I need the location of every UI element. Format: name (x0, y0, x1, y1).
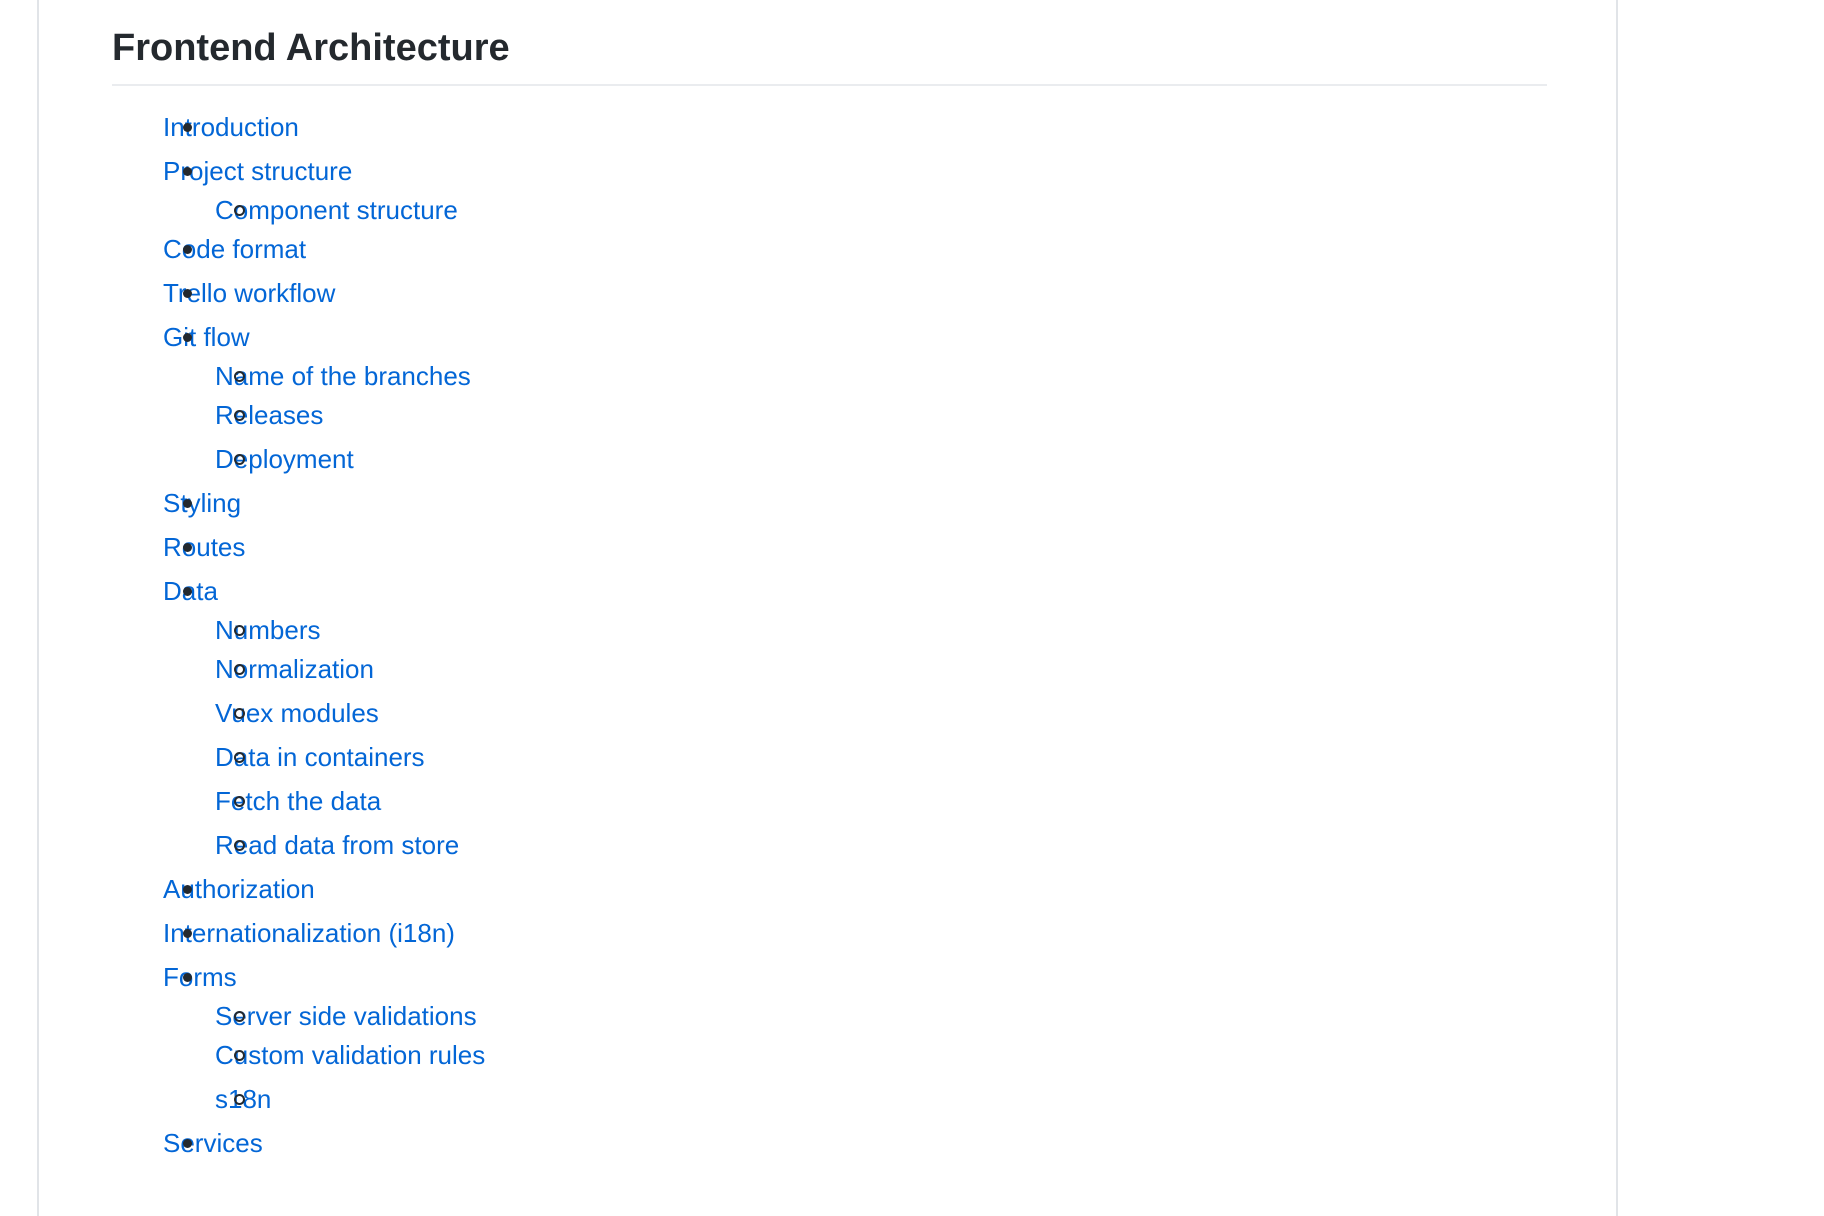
bullet-disc-icon (183, 1139, 192, 1148)
toc-subitem: Server side validations (163, 999, 1547, 1033)
toc-link-read-data-from-store[interactable]: Read data from store (215, 830, 459, 860)
toc-sublist: Numbers Normalization Vuex modules Data … (163, 613, 1547, 867)
bullet-circle-icon (234, 708, 245, 719)
bullet-disc-icon (183, 333, 192, 342)
bullet-disc-icon (183, 543, 192, 552)
markdown-body: Frontend Architecture Introduction Proje… (112, 0, 1547, 1165)
bullet-circle-icon (234, 1050, 245, 1061)
bullet-disc-icon (183, 929, 192, 938)
toc-link-styling[interactable]: Styling (163, 488, 241, 518)
table-of-contents: Introduction Project structure Component… (112, 105, 1547, 1165)
bullet-circle-icon (234, 625, 245, 636)
toc-item-git-flow: Git flow Name of the branches Releases D… (112, 315, 1547, 481)
toc-subitem: Fetch the data (163, 779, 1547, 823)
toc-item-styling: Styling (112, 481, 1547, 525)
toc-subitem: Data in containers (163, 735, 1547, 779)
toc-subitem: Deployment (163, 437, 1547, 481)
toc-subitem: Custom validation rules (163, 1033, 1547, 1077)
bullet-disc-icon (183, 289, 192, 298)
toc-item-trello-workflow: Trello workflow (112, 271, 1547, 315)
toc-subitem: Vuex modules (163, 691, 1547, 735)
toc-subitem: s18n (163, 1077, 1547, 1121)
toc-item-forms: Forms Server side validations Custom val… (112, 955, 1547, 1121)
bullet-circle-icon (234, 410, 245, 421)
toc-link-forms[interactable]: Forms (163, 962, 237, 992)
page-title: Frontend Architecture (112, 0, 1547, 86)
toc-link-numbers[interactable]: Numbers (215, 615, 320, 645)
bullet-disc-icon (183, 245, 192, 254)
toc-subitem: Read data from store (163, 823, 1547, 867)
toc-link-server-side-validations[interactable]: Server side validations (215, 1001, 477, 1031)
bullet-circle-icon (234, 1011, 245, 1022)
toc-link-services[interactable]: Services (163, 1128, 263, 1158)
toc-item-services: Services (112, 1121, 1547, 1165)
toc-item-internationalization: Internationalization (i18n) (112, 911, 1547, 955)
toc-link-name-of-the-branches[interactable]: Name of the branches (215, 361, 471, 391)
readme-container: Frontend Architecture Introduction Proje… (37, 0, 1618, 1216)
toc-link-routes[interactable]: Routes (163, 532, 245, 562)
bullet-disc-icon (183, 167, 192, 176)
bullet-disc-icon (183, 587, 192, 596)
bullet-circle-icon (234, 796, 245, 807)
toc-item-data: Data Numbers Normalization (112, 569, 1547, 867)
bullet-circle-icon (234, 752, 245, 763)
toc-item-routes: Routes (112, 525, 1547, 569)
toc-link-data-in-containers[interactable]: Data in containers (215, 742, 425, 772)
bullet-disc-icon (183, 885, 192, 894)
toc-subitem: Releases (163, 393, 1547, 437)
toc-subitem: Numbers (163, 613, 1547, 647)
toc-item-project-structure: Project structure Component structure (112, 149, 1547, 227)
bullet-circle-icon (234, 840, 245, 851)
toc-item-code-format: Code format (112, 227, 1547, 271)
toc-sublist: Name of the branches Releases Deployment (163, 359, 1547, 481)
toc-item-authorization: Authorization (112, 867, 1547, 911)
toc-link-git-flow[interactable]: Git flow (163, 322, 250, 352)
toc-subitem: Normalization (163, 647, 1547, 691)
toc-link-internationalization[interactable]: Internationalization (i18n) (163, 918, 455, 948)
bullet-circle-icon (234, 371, 245, 382)
toc-subitem: Name of the branches (163, 359, 1547, 393)
bullet-disc-icon (183, 499, 192, 508)
toc-link-custom-validation-rules[interactable]: Custom validation rules (215, 1040, 485, 1070)
bullet-disc-icon (183, 123, 192, 132)
bullet-circle-icon (234, 454, 245, 465)
toc-link-releases[interactable]: Releases (215, 400, 323, 430)
toc-item-introduction: Introduction (112, 105, 1547, 149)
bullet-circle-icon (234, 1094, 245, 1105)
toc-sublist: Server side validations Custom validatio… (163, 999, 1547, 1121)
bullet-circle-icon (234, 664, 245, 675)
bullet-disc-icon (183, 973, 192, 982)
toc-sublist: Component structure (163, 193, 1547, 227)
toc-link-component-structure[interactable]: Component structure (215, 195, 458, 225)
toc-subitem: Component structure (163, 193, 1547, 227)
bullet-circle-icon (234, 205, 245, 216)
